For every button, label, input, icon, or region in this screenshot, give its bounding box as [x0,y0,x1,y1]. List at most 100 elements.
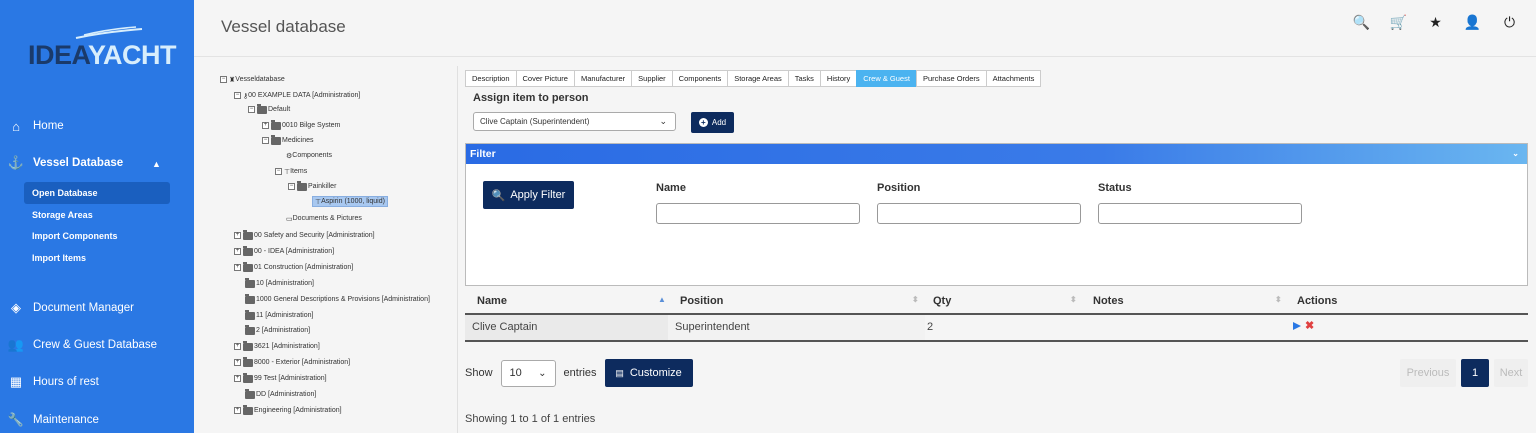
expand-icon[interactable]: + [234,343,241,350]
person-select-value: Clive Captain (Superintendent) [480,117,590,126]
filter-position-input[interactable] [877,203,1081,224]
tab-attachments[interactable]: Attachments [985,70,1042,87]
filter-position-label: Position [877,182,921,194]
folder-icon [243,372,253,383]
customize-button[interactable]: ▤ Customize [604,359,693,387]
subnav-import-components[interactable]: Import Components [24,225,170,247]
subnav-open-database[interactable]: Open Database [24,182,170,204]
filter-header[interactable]: Filter ⌄ [466,144,1527,164]
tree-folder[interactable]: 2 [Administration] [245,324,310,336]
tree-folder[interactable]: +99 Test [Administration] [234,372,327,384]
expand-icon[interactable]: + [234,359,241,366]
sort-icon[interactable]: ⬍ [912,295,919,304]
tree-node-default[interactable]: − Default [248,103,291,115]
nav-label: Document Manager [33,302,134,314]
tree-node-items[interactable]: − ⊤ Items [275,166,307,177]
header-icons: 🔍 🛒 ★ 👤 ⏻ [1343,14,1528,31]
tree-folder[interactable]: DD [Administration] [245,388,316,400]
tab-manufacturer[interactable]: Manufacturer [573,70,633,87]
tree-label: Default [268,106,291,113]
tree-node-aspirin[interactable]: ⊤ Aspirin (1000, liquid) [312,196,388,207]
tab-tasks[interactable]: Tasks [787,70,821,87]
nav-crew-guest-database[interactable]: 👥 Crew & Guest Database [8,333,157,357]
delete-icon[interactable]: ✖ [1305,319,1314,332]
collapse-icon[interactable]: − [234,92,241,99]
tree-folder[interactable]: 11 [Administration] [245,309,313,321]
collapse-icon[interactable]: − [248,106,255,113]
collapse-icon[interactable]: − [288,183,295,190]
expand-icon[interactable]: + [234,232,241,239]
nav-vessel-database[interactable]: ⚓ Vessel Database [8,151,123,175]
tree-node-example[interactable]: − ⚷ 00 EXAMPLE DATA [Administration] [234,90,360,101]
cell-qty: 2 [927,321,934,333]
previous-button[interactable]: Previous [1400,359,1456,387]
sort-icon[interactable]: ⬍ [1070,295,1077,304]
tree-node-bilge[interactable]: +0010 Bilge System [262,119,340,131]
nav-hours-of-rest[interactable]: ▦ Hours of rest [8,370,99,394]
expand-icon[interactable]: + [234,375,241,382]
nav-maintenance[interactable]: 🔧 Maintenance [8,408,99,432]
idea-yacht-logo[interactable]: IDEAYACHT [28,26,177,76]
play-icon[interactable] [1293,322,1301,330]
tab-storage-areas[interactable]: Storage Areas [727,70,789,87]
tab-description[interactable]: Description [465,70,517,87]
tree-folder[interactable]: 1000 General Descriptions & Provisions [… [245,293,430,305]
star-icon[interactable]: ★ [1417,14,1454,31]
page-1-button[interactable]: 1 [1461,359,1489,387]
tree-node-medicines[interactable]: − Medicines [262,134,314,146]
collapse-icon[interactable]: − [275,168,282,175]
tab-history[interactable]: History [819,70,858,87]
nav-document-manager[interactable]: ◈ Document Manager [8,296,134,320]
chevron-up-icon[interactable]: ▲ [152,159,161,169]
tree-folder[interactable]: 10 [Administration] [245,277,314,289]
subnav-import-items[interactable]: Import Items [24,247,170,269]
tree-folder[interactable]: +3621 [Administration] [234,340,320,352]
document-icon: ▭ [286,215,293,223]
search-icon[interactable]: 🔍 [1343,14,1380,31]
tab-components[interactable]: Components [671,70,729,87]
add-button[interactable]: + Add [691,112,734,133]
tree-folder[interactable]: + Engineering [Administration] [234,404,342,416]
nav-home[interactable]: ⌂ Home [8,114,64,138]
tree-node-documents[interactable]: ▭ Documents & Pictures [286,213,362,224]
tab-purchase-orders[interactable]: Purchase Orders [915,70,987,87]
page-title: Vessel database [221,17,346,36]
folder-icon [271,119,281,130]
tree-folder[interactable]: +00 - IDEA [Administration] [234,245,334,257]
person-select[interactable]: Clive Captain (Superintendent) ⌄ [473,112,676,131]
tab-crew-guest[interactable]: Crew & Guest [856,70,917,87]
next-button[interactable]: Next [1494,359,1528,387]
tab-cover-picture[interactable]: Cover Picture [515,70,575,87]
subnav-storage-areas[interactable]: Storage Areas [24,204,170,226]
collapse-icon[interactable]: − [220,76,227,83]
col-qty[interactable]: Qty [933,295,951,307]
tree-root[interactable]: − ♜ Vesseldatabase [220,74,285,85]
filter-status-input[interactable] [1098,203,1302,224]
col-position[interactable]: Position [680,295,723,307]
power-icon[interactable]: ⏻ [1491,14,1528,31]
chevron-down-icon[interactable]: ⌄ [1512,144,1519,164]
expand-icon[interactable]: + [234,264,241,271]
entries-select[interactable]: 10 ⌄ [500,359,556,387]
tree-folder[interactable]: +00 Safety and Security [Administration] [234,229,375,241]
tree-folder[interactable]: +01 Construction [Administration] [234,261,353,273]
filter-name-input[interactable] [656,203,860,224]
apply-filter-button[interactable]: 🔍 Apply Filter [483,181,574,209]
user-icon[interactable]: 👤 [1454,14,1491,31]
table-row[interactable]: Clive Captain Superintendent 2 ✖ [465,315,1528,342]
collapse-icon[interactable]: − [262,137,269,144]
tree-node-components[interactable]: ⚙ Components [286,150,332,161]
sort-icon[interactable]: ⬍ [1275,295,1282,304]
cart-icon[interactable]: 🛒 [1380,14,1417,31]
tree-folder[interactable]: +8000 - Exterior [Administration] [234,356,350,368]
expand-icon[interactable]: + [234,248,241,255]
expand-icon[interactable]: + [234,407,241,414]
tab-supplier[interactable]: Supplier [631,70,673,87]
expand-icon[interactable]: + [262,122,269,129]
table-info: Showing 1 to 1 of 1 entries [465,413,596,425]
col-notes[interactable]: Notes [1093,295,1124,307]
calendar-icon: ▦ [9,374,23,389]
sort-asc-icon[interactable]: ▲ [658,295,666,304]
tree-node-painkiller[interactable]: − Painkiller [288,180,336,192]
col-name[interactable]: Name [477,295,507,307]
